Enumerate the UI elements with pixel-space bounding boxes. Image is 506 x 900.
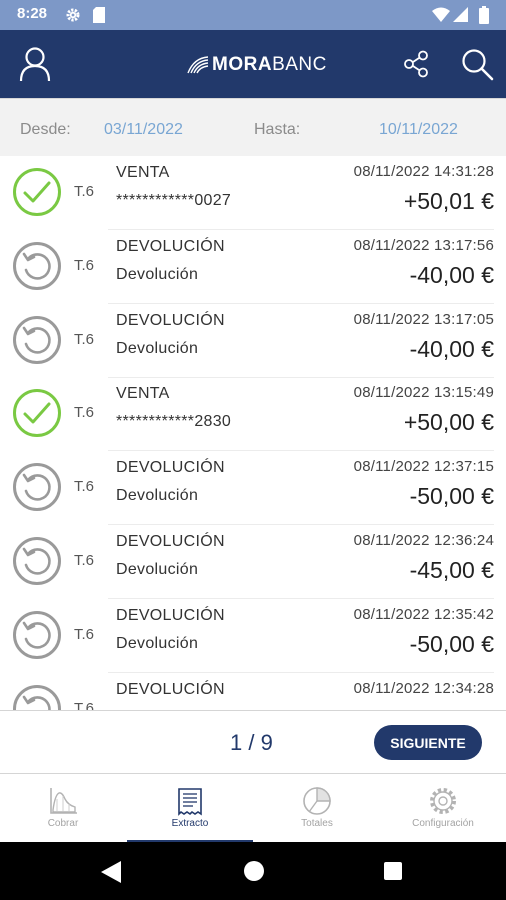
home-icon[interactable] — [244, 861, 264, 881]
transaction-amount: +50,01 € — [403, 188, 494, 214]
terminal-label: T.6 — [74, 552, 95, 569]
check-circle-icon — [13, 389, 61, 437]
date-filter: Desde: 03/11/2022 Hasta: 10/11/2022 — [0, 98, 506, 156]
terminal-label: T.6 — [74, 331, 95, 348]
signal-icon — [453, 7, 468, 22]
transaction-type: VENTA — [116, 164, 170, 181]
user-icon[interactable] — [18, 45, 52, 83]
transaction-datetime: 08/11/2022 12:34:28 — [353, 680, 494, 697]
terminal-label: T.6 — [74, 626, 95, 643]
gear-icon — [430, 788, 456, 814]
terminal-label: T.6 — [74, 257, 95, 274]
transaction-amount: -40,00 € — [409, 336, 494, 362]
chart-icon — [50, 788, 77, 814]
refund-circle-icon — [13, 537, 61, 585]
transaction-datetime: 08/11/2022 12:37:15 — [353, 458, 494, 475]
logo-text-light: BANC — [272, 54, 327, 75]
brand-logo: MORA BANC — [186, 52, 327, 78]
terminal-label: T.6 — [74, 700, 95, 710]
transaction-datetime: 08/11/2022 12:36:24 — [353, 532, 494, 549]
terminal-label: T.6 — [74, 404, 95, 421]
transaction-type: VENTA — [116, 385, 170, 402]
back-icon[interactable] — [101, 861, 121, 883]
transaction-row[interactable]: T.6 DEVOLUCIÓN Devolución 08/11/2022 13:17:… — [0, 230, 506, 304]
transaction-row[interactable]: T.6 VENTA ************0027 08/11/2022 14:31… — [0, 156, 506, 230]
terminal-label: T.6 — [74, 183, 95, 200]
transaction-type: DEVOLUCIÓN — [116, 607, 225, 624]
transaction-detail: Devolución — [116, 561, 199, 578]
transaction-detail: ************2830 — [116, 413, 232, 430]
transaction-amount: -50,00 € — [409, 483, 494, 509]
transaction-type: DEVOLUCIÓN — [116, 533, 225, 550]
transaction-list[interactable]: T.6 VENTA ************0027 08/11/2022 14:31… — [0, 156, 506, 710]
logo-mark-icon — [187, 56, 209, 74]
from-date[interactable]: 03/11/2022 — [104, 121, 183, 139]
transaction-detail: Devolución — [116, 340, 199, 357]
nav-item-extracto[interactable]: Extracto — [127, 774, 253, 843]
receipt-icon — [178, 788, 202, 816]
refund-circle-icon — [13, 611, 61, 659]
nav-label-configuracion: Configuración — [412, 818, 474, 829]
status-bar: 8:28 — [0, 0, 506, 30]
transaction-type: DEVOLUCIÓN — [116, 238, 225, 255]
transaction-row[interactable]: T.6 DEVOLUCIÓN 08/11/2022 12:34:28 — [0, 673, 506, 710]
page-indicator: 1 / 9 — [230, 730, 273, 755]
transaction-datetime: 08/11/2022 14:31:28 — [353, 163, 494, 180]
recents-icon[interactable] — [384, 862, 402, 880]
from-label: Desde: — [20, 121, 71, 138]
transaction-datetime: 08/11/2022 13:17:56 — [353, 237, 494, 254]
refund-circle-icon — [13, 685, 61, 710]
terminal-label: T.6 — [74, 478, 95, 495]
transaction-amount: +50,00 € — [403, 409, 494, 435]
wifi-icon — [432, 7, 450, 22]
to-label: Hasta: — [254, 121, 301, 138]
transaction-datetime: 08/11/2022 12:35:42 — [353, 606, 494, 623]
transaction-detail: Devolución — [116, 635, 199, 652]
transaction-row[interactable]: T.6 DEVOLUCIÓN Devolución 08/11/2022 12:36:… — [0, 525, 506, 599]
nav-item-cobrar[interactable]: Cobrar — [0, 774, 126, 843]
transaction-datetime: 08/11/2022 13:15:49 — [353, 384, 494, 401]
battery-icon — [479, 6, 489, 24]
sd-card-icon — [93, 7, 105, 23]
pie-chart-icon — [303, 787, 331, 815]
transaction-detail: ************0027 — [116, 192, 232, 209]
transaction-type: DEVOLUCIÓN — [116, 681, 225, 698]
to-date[interactable]: 10/11/2022 — [379, 121, 458, 139]
transaction-row[interactable]: T.6 DEVOLUCIÓN Devolución 08/11/2022 13:17:… — [0, 304, 506, 378]
status-time: 8:28 — [17, 5, 48, 22]
transaction-row[interactable]: T.6 DEVOLUCIÓN Devolución 08/11/2022 12:35:… — [0, 599, 506, 673]
transaction-amount: -40,00 € — [409, 262, 494, 288]
nav-label-extracto: Extracto — [171, 818, 209, 829]
transaction-type: DEVOLUCIÓN — [116, 312, 225, 329]
transaction-datetime: 08/11/2022 13:17:05 — [353, 311, 494, 328]
pagination: 1 / 9 SIGUIENTE — [0, 710, 506, 773]
transaction-amount: -50,00 € — [409, 631, 494, 657]
gear-icon — [66, 8, 80, 22]
nav-item-totales[interactable]: Totales — [254, 774, 380, 843]
transaction-detail: Devolución — [116, 487, 199, 504]
refund-circle-icon — [13, 242, 61, 290]
transaction-row[interactable]: T.6 VENTA ************2830 08/11/2022 13:15… — [0, 377, 506, 451]
transaction-type: DEVOLUCIÓN — [116, 459, 225, 476]
transaction-amount: -45,00 € — [409, 557, 494, 583]
next-button[interactable]: SIGUIENTE — [374, 725, 482, 760]
refund-circle-icon — [13, 316, 61, 364]
transaction-row[interactable]: T.6 DEVOLUCIÓN Devolución 08/11/2022 12:37:… — [0, 451, 506, 525]
app-header: MORA BANC — [0, 30, 506, 98]
nav-label-totales: Totales — [301, 818, 333, 829]
search-icon[interactable] — [460, 47, 494, 81]
nav-item-configuracion[interactable]: Configuración — [380, 774, 506, 843]
logo-text-bold: MORA — [212, 54, 273, 75]
share-icon[interactable] — [402, 50, 430, 78]
bottom-nav: Cobrar Extracto Totales Configuración — [0, 773, 506, 843]
nav-label-cobrar: Cobrar — [47, 818, 79, 829]
system-nav-bar — [0, 842, 506, 900]
transaction-detail: Devolución — [116, 266, 199, 283]
refund-circle-icon — [13, 463, 61, 511]
check-circle-icon — [13, 168, 61, 216]
